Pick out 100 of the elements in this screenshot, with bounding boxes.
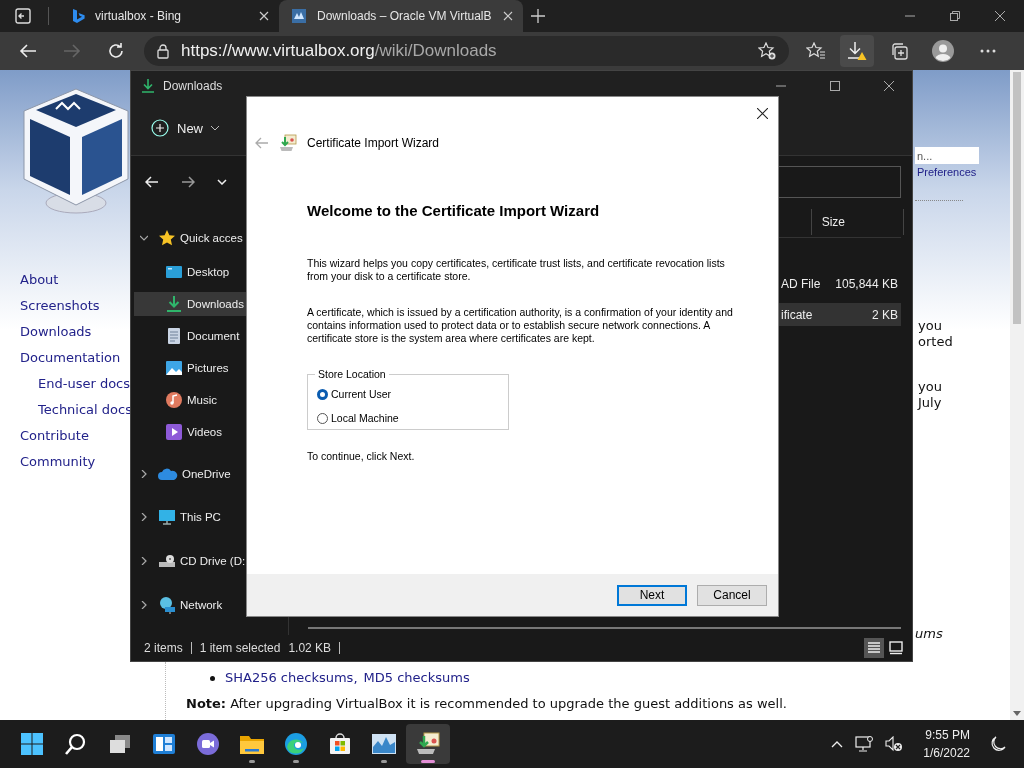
- address-field[interactable]: https://www.virtualbox.org/wiki/Downloads: [144, 36, 789, 66]
- nav-link[interactable]: End-user docs: [20, 371, 130, 397]
- profile-icon[interactable]: [932, 40, 954, 62]
- maximize-icon[interactable]: [830, 81, 840, 91]
- favorites-icon[interactable]: [806, 42, 826, 60]
- wizard-paragraph: A certificate, which is issued by a certification authority, is a confirmation of your identity and contains information used to protect data or to establish secure network connections. A certificate store is the system area where certificates are kept.: [307, 306, 734, 345]
- nav-link[interactable]: About: [20, 267, 130, 293]
- site-icon: [291, 8, 307, 24]
- letter-b-icon: [71, 8, 85, 24]
- close-icon[interactable]: [884, 81, 894, 91]
- chevron-icon[interactable]: [140, 233, 148, 242]
- moon-icon[interactable]: [990, 736, 1006, 752]
- selection-size: 1.02 KB: [288, 641, 332, 655]
- paragraph-fragment: you orted: [918, 318, 953, 350]
- collections-icon[interactable]: [890, 42, 908, 60]
- wizard-heading: Welcome to the Certificate Import Wizard: [307, 202, 601, 219]
- preferences-link[interactable]: Preferences: [917, 166, 977, 178]
- muted-speaker-icon[interactable]: [885, 736, 904, 752]
- chevron-down-icon: [211, 125, 219, 131]
- certificate-icon: [415, 731, 441, 757]
- document-icon: [165, 326, 183, 345]
- preview-view-icon: [889, 641, 903, 655]
- running-indicator: [249, 760, 255, 763]
- checksum-link[interactable]: MD5 checksums: [363, 665, 470, 691]
- music-icon: [165, 390, 183, 409]
- new-tab-icon[interactable]: [531, 9, 545, 23]
- lock-icon: [157, 43, 169, 59]
- dialog-button[interactable]: Cancel: [697, 584, 767, 606]
- monitor-icon: [158, 508, 176, 527]
- running-indicator: [421, 760, 435, 763]
- video-icon: [165, 422, 183, 441]
- chart-icon: [371, 733, 397, 755]
- nav-link[interactable]: Downloads: [20, 319, 130, 345]
- window-title: Downloads: [163, 79, 223, 93]
- close-icon[interactable]: [757, 108, 768, 119]
- close-icon[interactable]: [995, 11, 1005, 21]
- checksum-link[interactable]: SHA256 checksums: [225, 665, 354, 691]
- running-indicator: [293, 760, 299, 763]
- chevron-up-icon[interactable]: [831, 740, 844, 748]
- clock-date[interactable]: 1/6/2022: [923, 744, 970, 762]
- clock-time[interactable]: 9:55 PM: [925, 726, 970, 744]
- scroll-thumb[interactable]: [1013, 72, 1021, 324]
- text-fragment: ums: [915, 626, 943, 642]
- nav-link[interactable]: Technical docs: [20, 397, 130, 423]
- url-text: https://www.virtualbox.org/wiki/Downloads: [181, 41, 497, 61]
- radio-button[interactable]: [317, 388, 328, 400]
- dialog-title: Certificate Import Wizard: [307, 136, 440, 150]
- widgets-icon: [152, 732, 176, 756]
- new-button[interactable]: New: [143, 115, 227, 141]
- refresh-icon[interactable]: [107, 42, 125, 60]
- plus-circle-icon: [151, 119, 169, 137]
- item-count: 2 items: [144, 641, 183, 655]
- chevron-icon[interactable]: [140, 601, 148, 610]
- instruction-text: To continue, click Next.: [307, 450, 416, 462]
- browser-icon: [284, 732, 308, 756]
- radio-option[interactable]: Local Machine: [317, 406, 502, 430]
- table-cell: 105,844 KB: [835, 276, 898, 291]
- chevron-icon[interactable]: [140, 469, 148, 478]
- group-label: Store Location: [317, 368, 387, 380]
- search-field[interactable]: n...: [915, 147, 979, 164]
- nav-link[interactable]: Contribute: [20, 423, 130, 449]
- paragraph-fragment: you July: [918, 379, 942, 411]
- separator-text: ,: [353, 670, 358, 686]
- chevron-down-icon[interactable]: [217, 178, 227, 185]
- list-view-icon: [867, 641, 881, 655]
- chevron-icon[interactable]: [140, 557, 148, 566]
- chevron-icon[interactable]: [140, 513, 148, 522]
- nav-link[interactable]: Documentation: [20, 345, 130, 371]
- download-icon: [141, 79, 155, 93]
- radio-button[interactable]: [317, 412, 328, 424]
- network-icon: [158, 596, 176, 615]
- scroll-down-icon[interactable]: [1013, 711, 1021, 716]
- taskbar-button[interactable]: [406, 724, 450, 764]
- nav-link[interactable]: Screenshots: [20, 293, 130, 319]
- add-favorite-icon[interactable]: [758, 42, 776, 60]
- restore-icon[interactable]: [950, 11, 960, 21]
- table-cell-text: AD File: [781, 276, 822, 291]
- table-cell: 2 KB: [872, 307, 898, 322]
- task-view-icon: [108, 732, 132, 756]
- running-indicator: [381, 760, 387, 763]
- download-icon: [165, 294, 183, 313]
- video-camera-icon: [196, 732, 220, 756]
- tab-actions-icon[interactable]: [15, 8, 31, 24]
- star-icon: [158, 228, 176, 247]
- scrollbar[interactable]: [1010, 70, 1024, 720]
- browser-tab[interactable]: virtualbox - Bing: [59, 0, 279, 32]
- column-header[interactable]: Size: [810, 209, 904, 235]
- dialog-button[interactable]: Next: [617, 584, 687, 606]
- table-cell-text: ificate: [781, 307, 814, 322]
- network-icon[interactable]: [855, 736, 874, 752]
- certificate-icon: [279, 134, 297, 152]
- more-icon[interactable]: [980, 49, 996, 53]
- nav-link[interactable]: Community: [20, 449, 130, 475]
- radio-option[interactable]: Current User: [317, 382, 502, 406]
- download-warning-icon: [847, 41, 867, 61]
- wizard-paragraph: This wizard helps you copy certificates, certificate trust lists, and certificate revocation lists from your disk to a certificate store.: [307, 257, 726, 283]
- forward-icon[interactable]: [181, 175, 195, 188]
- note-text: Note: After upgrading VirtualBox it is recommended to upgrade the guest additions as well.: [186, 695, 788, 713]
- browser-tab[interactable]: Downloads – Oracle VM VirtualB: [279, 0, 523, 32]
- downloads-button[interactable]: [840, 35, 874, 67]
